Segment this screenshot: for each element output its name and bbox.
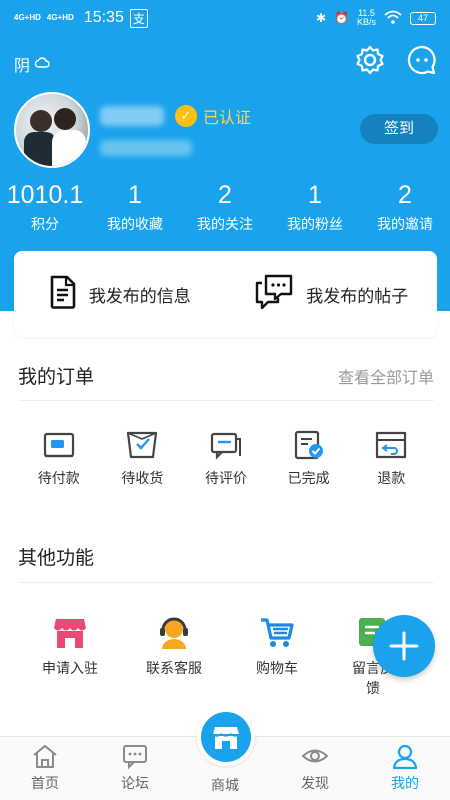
my-info-label: 我发布的信息 (88, 286, 191, 306)
nav-home[interactable]: 首页 (0, 737, 90, 800)
cart-icon (208, 616, 346, 650)
stat-label: 积分 (31, 216, 59, 232)
message-icon[interactable] (406, 44, 438, 76)
comment-icon (167, 430, 284, 460)
shopping-cart-button[interactable]: 购物车 (208, 616, 346, 698)
stat-following[interactable]: 2 我的关注 (180, 180, 270, 234)
add-fab-button[interactable] (373, 615, 435, 677)
weather: 阴 (14, 52, 50, 76)
profile-icon (360, 743, 450, 769)
stat-label: 我的邀请 (377, 216, 433, 232)
function-label: 申请入驻 (42, 660, 98, 676)
refund-icon (333, 430, 450, 460)
phone-blurred (100, 140, 192, 156)
nav-forum[interactable]: 论坛 (90, 737, 180, 800)
order-pending-review[interactable]: 待评价 (167, 430, 284, 488)
store-icon (0, 616, 140, 650)
orders-title: 我的订单 (18, 367, 95, 388)
my-posts-label: 我发布的帖子 (306, 286, 409, 306)
order-completed[interactable]: 已完成 (285, 430, 333, 488)
stat-value: 1 (128, 181, 142, 209)
nav-discover[interactable]: 发现 (270, 737, 360, 800)
shop-center-button[interactable] (197, 708, 255, 766)
forum-icon (90, 743, 180, 769)
nav-label: 商城 (211, 777, 239, 793)
nav-label: 发现 (301, 775, 329, 791)
nav-label: 论坛 (121, 775, 149, 791)
signin-button[interactable]: 签到 (360, 114, 438, 144)
my-info-button[interactable]: 我发布的信息 (14, 251, 226, 337)
stat-favorites[interactable]: 1 我的收藏 (90, 180, 180, 234)
home-icon (0, 743, 90, 769)
avatar[interactable] (14, 92, 90, 168)
box-receive-icon (117, 430, 167, 460)
chat-bubbles-icon (254, 274, 294, 315)
contact-service-button[interactable]: 联系客服 (140, 616, 208, 698)
cloud-icon (34, 55, 50, 73)
weather-label: 阴 (14, 58, 31, 75)
stat-label: 我的收藏 (107, 216, 163, 232)
nav-label: 我的 (391, 775, 419, 791)
verified-icon: ✓ (175, 105, 197, 127)
nav-label: 首页 (31, 775, 59, 791)
stat-label: 我的关注 (197, 216, 253, 232)
discover-icon (270, 743, 360, 769)
order-status-label: 待付款 (37, 470, 80, 486)
order-pending-payment[interactable]: 待付款 (0, 430, 117, 488)
stat-value: 1 (308, 181, 322, 209)
network-speed-unit: KB/s (356, 17, 376, 27)
username-blurred (100, 106, 164, 126)
view-all-orders-link[interactable]: 查看全部订单 (338, 364, 434, 388)
settings-icon[interactable] (354, 44, 386, 76)
other-functions-title: 其他功能 (18, 548, 95, 569)
function-label: 购物车 (256, 660, 298, 676)
plus-icon (373, 631, 435, 681)
network-indicator-2: 4G+HD (46, 13, 74, 22)
alarm-icon: ⏰ (334, 11, 349, 25)
stat-value: 2 (218, 181, 232, 209)
app-notification-icon: 支 (129, 8, 148, 28)
order-refund[interactable]: 退款 (333, 430, 450, 488)
stat-value: 2 (398, 181, 412, 209)
nav-profile[interactable]: 我的 (360, 737, 450, 800)
order-status-label: 待收货 (121, 470, 164, 486)
stat-points[interactable]: 1010.1 积分 (0, 180, 90, 234)
status-time: 15:35 (83, 9, 124, 26)
customer-service-icon (140, 616, 208, 650)
wallet-icon (0, 430, 117, 460)
divider (18, 400, 434, 401)
bluetooth-icon: ✱ (315, 11, 327, 25)
status-bar: 4G+HD 4G+HD 15:35 支 ✱ ⏰ 11.5 KB/s 47 (0, 0, 450, 36)
function-label: 联系客服 (146, 660, 202, 676)
order-status-label: 已完成 (287, 470, 330, 486)
verified-badge: ✓ 已认证 (175, 104, 251, 128)
verified-label: 已认证 (203, 110, 252, 127)
stats-row: 1010.1 积分 1 我的收藏 2 我的关注 1 我的粉丝 2 我的邀请 (0, 180, 450, 234)
my-posts-card: 我发布的信息 我发布的帖子 (14, 251, 437, 337)
stat-label: 我的粉丝 (287, 216, 343, 232)
stat-value: 1010.1 (6, 181, 84, 209)
stat-invites[interactable]: 2 我的邀请 (360, 180, 450, 234)
shop-icon (201, 727, 251, 766)
network-indicator-1: 4G+HD (14, 13, 41, 22)
stat-fans[interactable]: 1 我的粉丝 (270, 180, 360, 234)
battery-icon: 47 (410, 11, 436, 25)
order-status-label: 待评价 (205, 470, 247, 486)
my-posts-button[interactable]: 我发布的帖子 (226, 251, 438, 337)
network-speed: 11.5 KB/s (357, 9, 376, 27)
order-status-label: 退款 (377, 470, 406, 486)
divider (18, 582, 434, 583)
order-pending-receipt[interactable]: 待收货 (117, 430, 167, 488)
order-status-row: 待付款 待收货 待评价 已完成 退款 (0, 430, 450, 488)
document-icon (49, 275, 77, 314)
apply-settle-in-button[interactable]: 申请入驻 (0, 616, 140, 698)
completed-icon (285, 430, 333, 460)
wifi-icon (384, 10, 402, 27)
